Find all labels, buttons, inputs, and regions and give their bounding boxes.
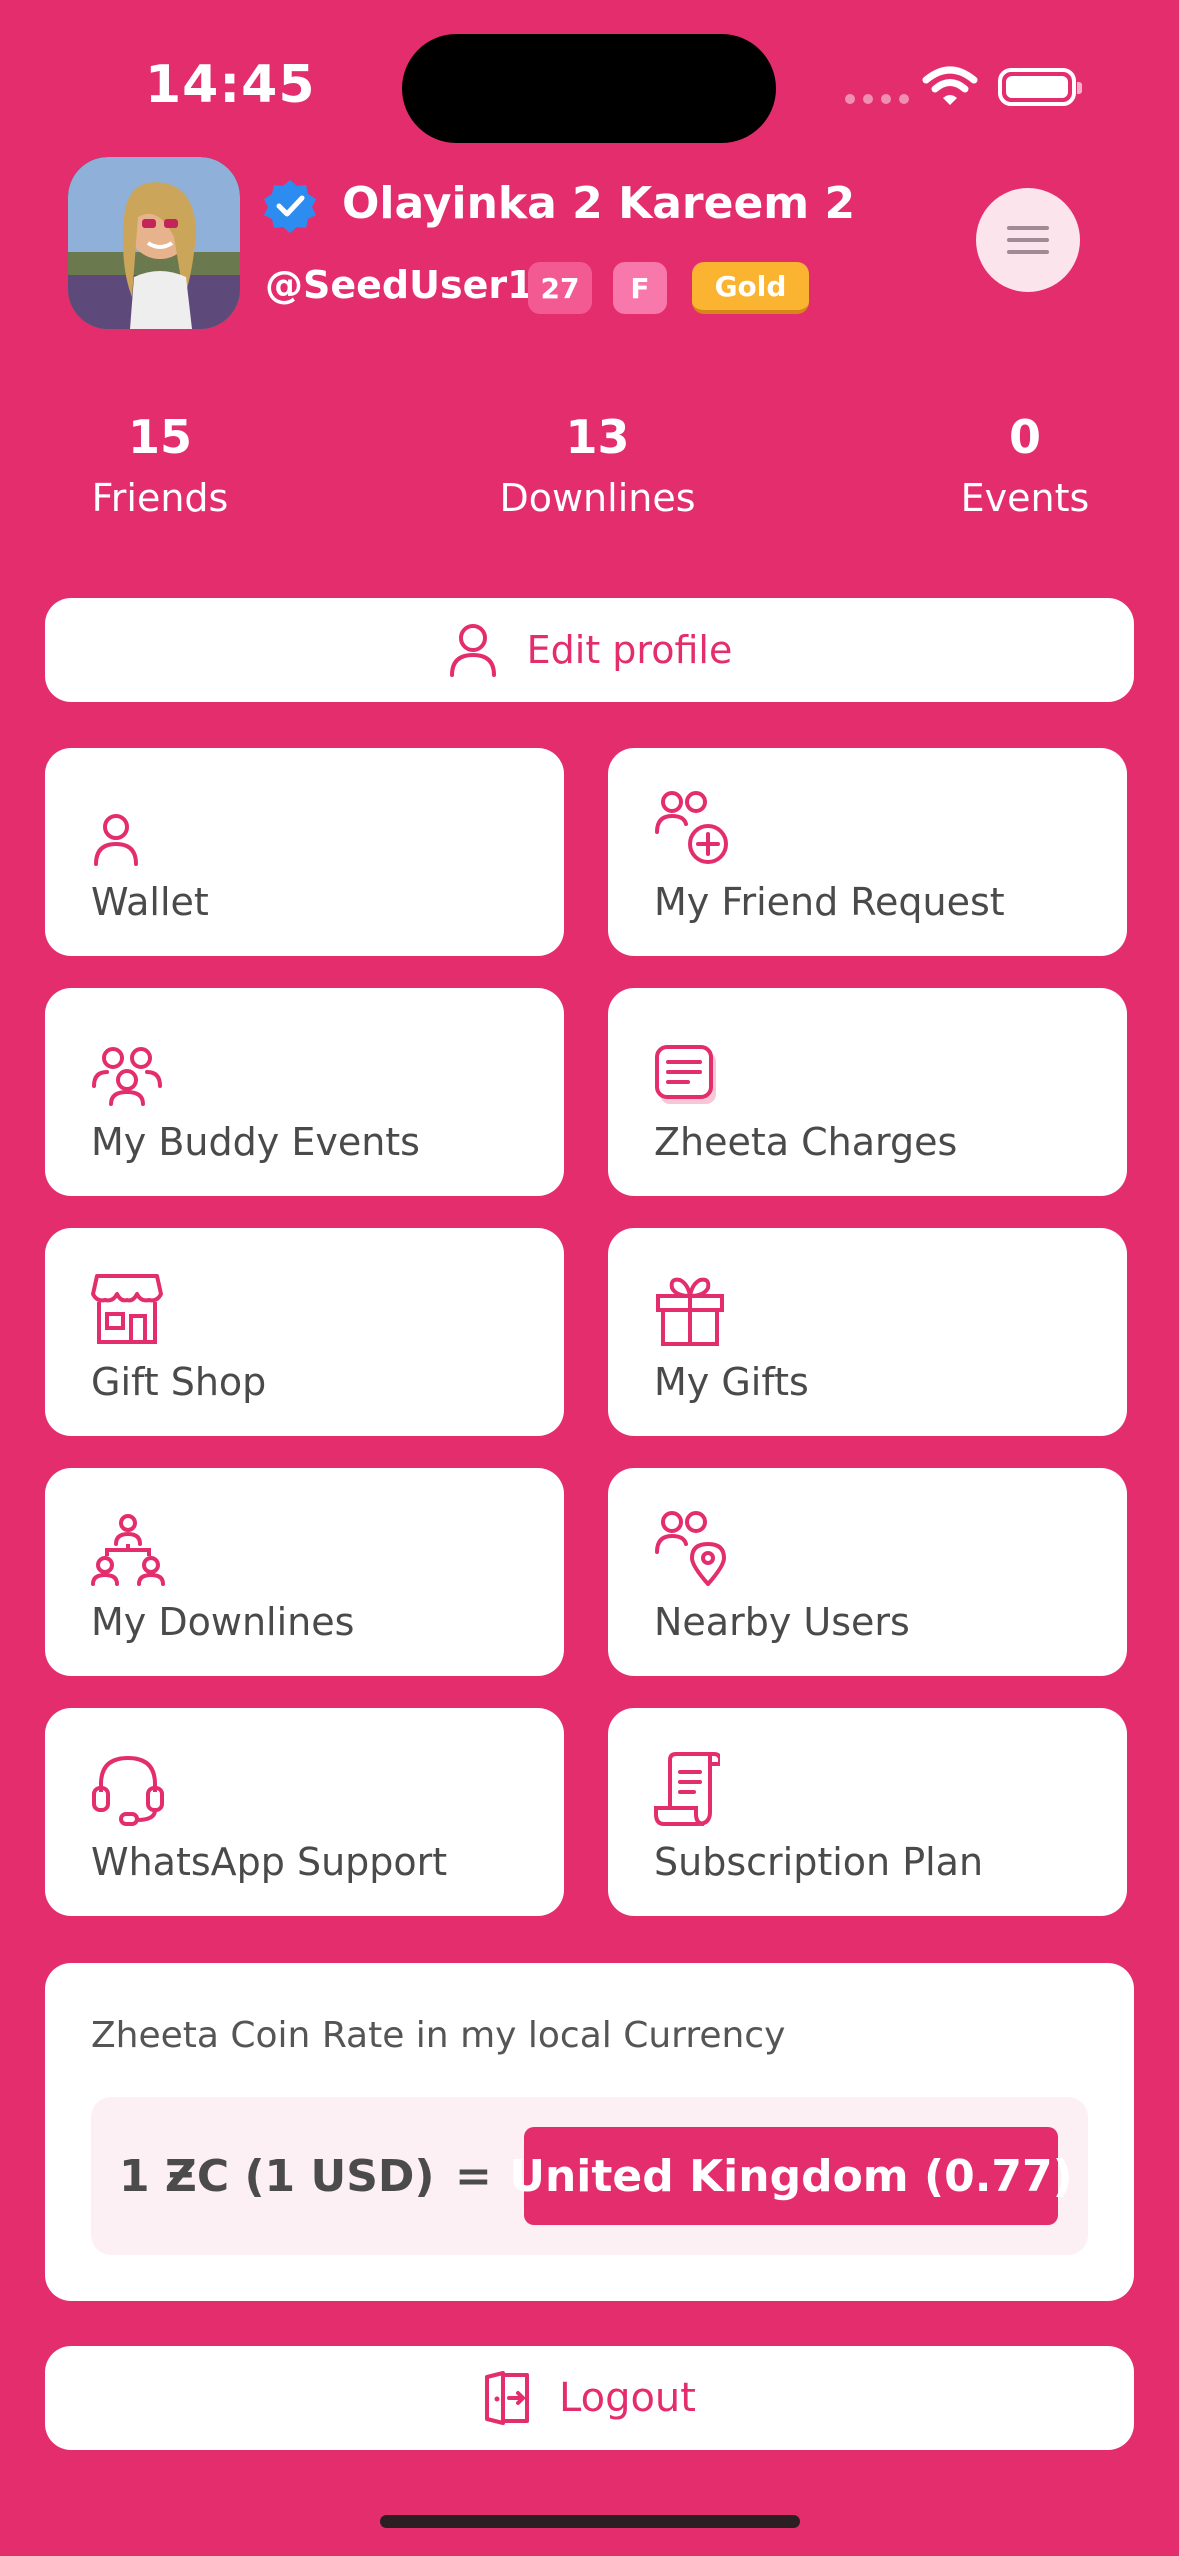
tile-label: My Gifts	[654, 1360, 809, 1404]
profile-handle: @SeedUser1	[265, 263, 534, 307]
person-icon	[94, 814, 138, 866]
scroll-icon	[654, 1752, 720, 1826]
gift-icon	[656, 1277, 724, 1346]
tile-label: Gift Shop	[91, 1360, 267, 1404]
tile-subscription-plan[interactable]: Subscription Plan	[608, 1708, 1127, 1916]
edit-profile-label: Edit profile	[526, 628, 733, 672]
tile-my-friend-request[interactable]: My Friend Request	[608, 748, 1127, 956]
tile-label: Zheeta Charges	[654, 1120, 958, 1164]
stat-value: 13	[565, 410, 630, 464]
stat-events[interactable]: 0 Events	[935, 410, 1115, 520]
tile-zheeta-charges[interactable]: Zheeta Charges	[608, 988, 1127, 1196]
stat-label: Friends	[91, 476, 229, 520]
profile-name: Olayinka 2 Kareem 2	[342, 178, 856, 229]
users-location-icon	[655, 1511, 726, 1586]
coin-rate-base: 1 ƵC (1 USD)	[119, 2151, 435, 2202]
coin-rate-value-button[interactable]: United Kingdom (0.77)	[509, 2127, 1073, 2225]
avatar[interactable]	[68, 157, 240, 329]
tile-label: Nearby Users	[654, 1600, 910, 1644]
person-icon	[449, 624, 496, 677]
age-badge: 27	[528, 262, 592, 314]
stat-value: 0	[1008, 410, 1041, 464]
tile-label: My Buddy Events	[91, 1120, 420, 1164]
headset-icon	[92, 1755, 164, 1826]
logout-label: Logout	[559, 2375, 696, 2421]
tile-my-gifts[interactable]: My Gifts	[608, 1228, 1127, 1436]
add-friends-icon	[655, 791, 728, 864]
tile-my-downlines[interactable]: My Downlines	[45, 1468, 564, 1676]
tile-label: Wallet	[91, 880, 209, 924]
tile-nearby-users[interactable]: Nearby Users	[608, 1468, 1127, 1676]
verified-badge-icon	[264, 180, 316, 233]
group-icon	[92, 1047, 162, 1106]
home-indicator[interactable]	[380, 2515, 800, 2528]
battery-icon	[998, 68, 1082, 106]
dynamic-island	[402, 34, 776, 143]
stat-label: Downlines	[499, 476, 696, 520]
status-time: 14:45	[145, 55, 316, 115]
tile-my-buddy-events[interactable]: My Buddy Events	[45, 988, 564, 1196]
hamburger-icon	[1007, 226, 1049, 230]
tile-wallet[interactable]: Wallet	[45, 748, 564, 956]
shop-icon	[91, 1274, 163, 1344]
coin-rate-equals: =	[455, 2151, 492, 2202]
stat-value: 15	[127, 410, 192, 464]
hamburger-menu-button[interactable]	[976, 188, 1080, 292]
tier-badge: Gold	[692, 262, 809, 314]
coin-rate-card: Zheeta Coin Rate in my local Currency 1 …	[45, 1963, 1134, 2301]
tile-label: My Friend Request	[654, 880, 1005, 924]
logout-button[interactable]: Logout	[45, 2346, 1134, 2450]
tile-label: Subscription Plan	[654, 1840, 984, 1884]
wifi-icon	[922, 66, 978, 105]
signal-dots-icon	[845, 94, 909, 104]
logout-door-icon	[485, 2371, 530, 2425]
tile-gift-shop[interactable]: Gift Shop	[45, 1228, 564, 1436]
tile-whatsapp-support[interactable]: WhatsApp Support	[45, 1708, 564, 1916]
coin-rate-title: Zheeta Coin Rate in my local Currency	[91, 2015, 786, 2056]
tile-label: My Downlines	[91, 1600, 355, 1644]
edit-profile-button[interactable]: Edit profile	[45, 598, 1134, 702]
gender-badge: F	[613, 262, 667, 314]
stat-label: Events	[960, 476, 1090, 520]
hierarchy-icon	[91, 1514, 165, 1586]
tile-label: WhatsApp Support	[91, 1840, 448, 1884]
receipt-list-icon	[655, 1045, 716, 1104]
stat-downlines[interactable]: 13 Downlines	[470, 410, 725, 520]
stat-friends[interactable]: 15 Friends	[70, 410, 250, 520]
